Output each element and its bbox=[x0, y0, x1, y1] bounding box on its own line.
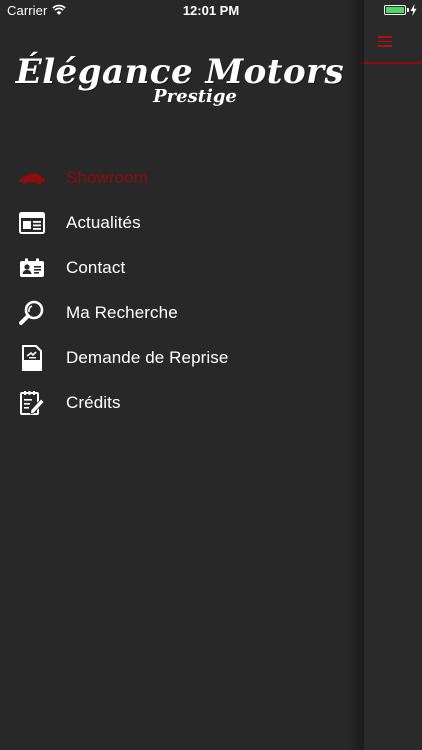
menu-item-showroom[interactable]: Showroom bbox=[0, 155, 360, 200]
main-content-peek[interactable] bbox=[360, 0, 422, 750]
menu-item-label: Contact bbox=[66, 257, 126, 277]
newspaper-icon bbox=[18, 209, 46, 237]
app-logo: Élégance Motors Prestige bbox=[0, 52, 360, 107]
car-icon bbox=[18, 164, 46, 192]
document-icon bbox=[18, 344, 46, 372]
menu-item-actualites[interactable]: Actualités bbox=[0, 200, 360, 245]
side-menu-drawer: Élégance Motors Prestige Showroom Actual… bbox=[0, 0, 360, 750]
menu-item-demande-de-reprise[interactable]: Demande de Reprise bbox=[0, 335, 360, 380]
magnifier-icon bbox=[18, 299, 46, 327]
hamburger-menu-icon[interactable] bbox=[378, 36, 392, 48]
menu-item-label: Actualités bbox=[66, 212, 141, 232]
battery-tip bbox=[407, 8, 409, 12]
menu-item-label: Crédits bbox=[66, 392, 121, 412]
menu-item-credits[interactable]: Crédits bbox=[0, 380, 360, 425]
edit-document-icon bbox=[18, 389, 46, 417]
menu-item-label: Demande de Reprise bbox=[66, 347, 229, 367]
menu-item-label: Ma Recherche bbox=[66, 302, 178, 322]
side-menu-list: Showroom Actualités Contact Ma Recherche… bbox=[0, 155, 360, 425]
contact-card-icon bbox=[18, 254, 46, 282]
menu-item-contact[interactable]: Contact bbox=[0, 245, 360, 290]
status-bar: Carrier 12:01 PM bbox=[0, 0, 422, 22]
menu-item-label: Showroom bbox=[66, 167, 149, 187]
drawer-shadow bbox=[346, 0, 364, 750]
charging-bolt-icon bbox=[410, 4, 417, 16]
battery-icon bbox=[384, 5, 406, 15]
status-time: 12:01 PM bbox=[182, 3, 240, 18]
battery-fill bbox=[386, 7, 404, 13]
menu-item-ma-recherche[interactable]: Ma Recherche bbox=[0, 290, 360, 335]
app-screen: Élégance Motors Prestige Showroom Actual… bbox=[0, 0, 422, 750]
